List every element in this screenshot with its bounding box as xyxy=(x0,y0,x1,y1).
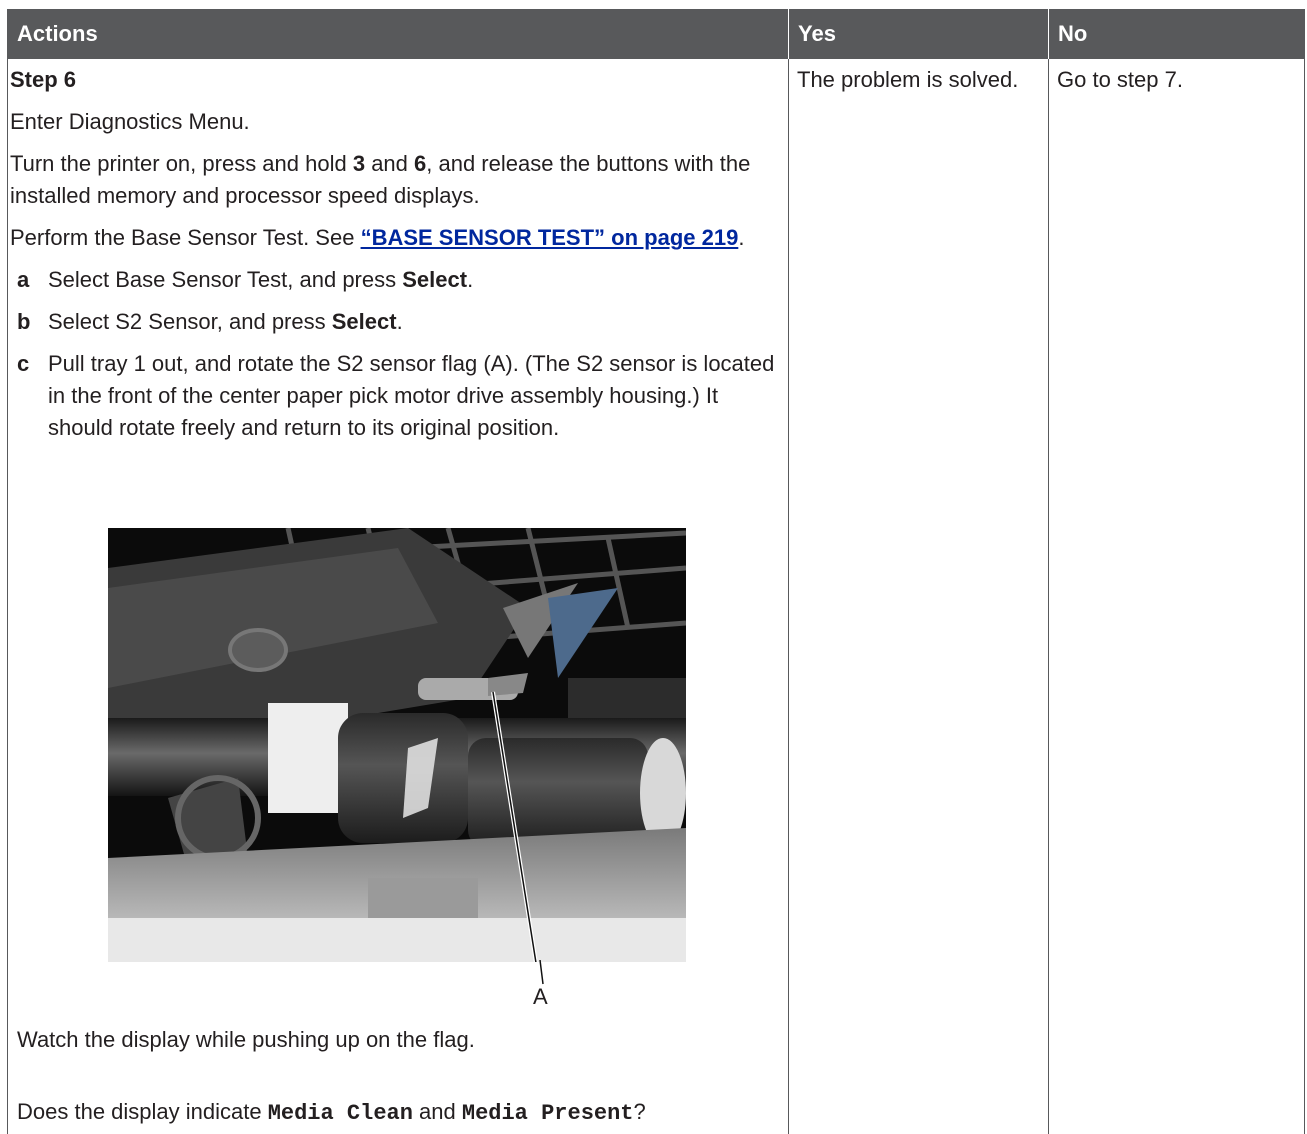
step-intro: Enter Diagnostics Menu. xyxy=(10,109,250,134)
substep-a: a Select Base Sensor Test, and press Sele… xyxy=(17,267,474,292)
base-sensor-test-link[interactable]: “BASE SENSOR TEST” on page 219 xyxy=(361,225,739,250)
header-yes: Yes xyxy=(788,9,1048,59)
step-title: Step 6 xyxy=(10,67,77,92)
callout-leader-line xyxy=(539,960,544,985)
callout-label-a: A xyxy=(533,984,548,1009)
power-on-instruction: Turn the printer on, press and hold 3 an… xyxy=(10,151,751,208)
sensor-flag-photo xyxy=(108,528,686,962)
no-cell: Go to step 7. xyxy=(1057,67,1183,92)
question-text: Does the display indicate Media Clean an… xyxy=(17,1099,646,1126)
substep-c: c Pull tray 1 out, and rotate the S2 sens… xyxy=(17,351,775,440)
actions-cell: Step 6 Enter Diagnostics Menu. Turn the … xyxy=(10,64,780,454)
yes-cell: The problem is solved. xyxy=(797,67,1019,92)
watch-display-text: Watch the display while pushing up on th… xyxy=(17,1027,475,1052)
header-actions: Actions xyxy=(7,9,788,59)
perform-instruction: Perform the Base Sensor Test. See “BASE … xyxy=(10,225,745,250)
substep-b: b Select S2 Sensor, and press Select. xyxy=(17,309,403,334)
header-no: No xyxy=(1048,9,1305,59)
